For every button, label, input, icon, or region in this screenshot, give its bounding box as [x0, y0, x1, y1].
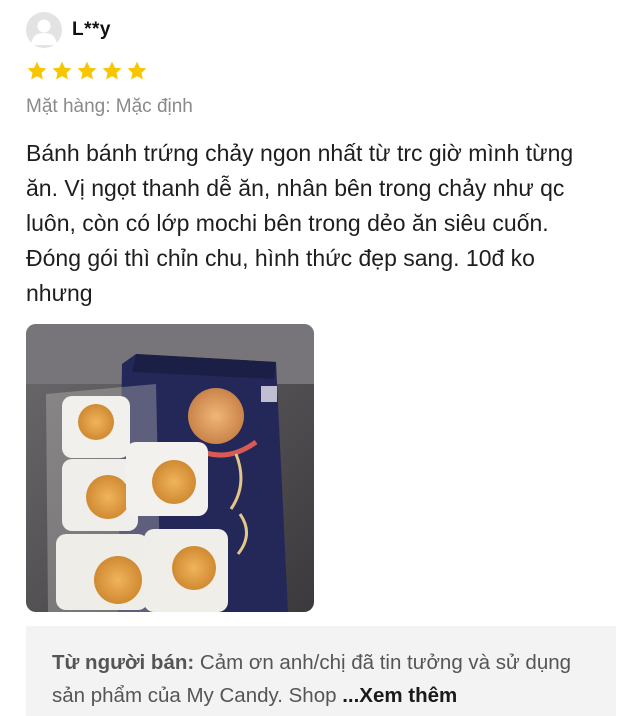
star-icon: [27, 61, 47, 80]
review-photo[interactable]: [26, 324, 314, 612]
star-icon: [102, 61, 122, 80]
star-icon: [52, 61, 72, 80]
variant-label: Mặt hàng: Mặc định: [26, 96, 193, 117]
review-card: L**y Mặt hàng: Mặc định Bánh bánh trứng …: [0, 0, 620, 716]
star-icon: [127, 61, 147, 80]
avatar[interactable]: [26, 12, 62, 48]
user-icon: [31, 19, 57, 45]
mooncake-box-photo-icon: [26, 324, 314, 612]
seller-reply-text: Từ người bán: Cảm ơn anh/chị đã tin tưởn…: [52, 646, 602, 712]
review-header: L**y: [26, 12, 111, 48]
star-icon: [77, 61, 97, 80]
seller-reply-label: Từ người bán:: [52, 651, 195, 674]
see-more-link[interactable]: ...Xem thêm: [342, 684, 457, 707]
review-text: Bánh bánh trứng chảy ngon nhất từ trc gi…: [26, 140, 574, 306]
seller-reply: Từ người bán: Cảm ơn anh/chị đã tin tưởn…: [26, 626, 616, 716]
star-rating: [26, 60, 148, 82]
username: L**y: [72, 19, 111, 40]
